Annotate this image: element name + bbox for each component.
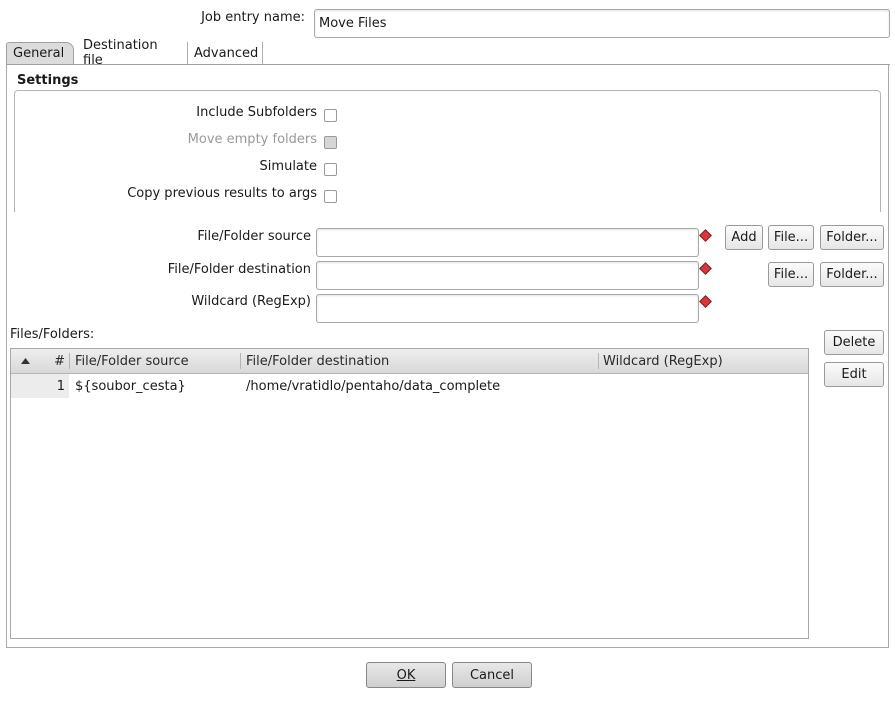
file-folder-source-label: File/Folder source <box>197 229 311 244</box>
copy-previous-results-label: Copy previous results to args <box>127 186 317 201</box>
tab-advanced-label: Advanced <box>194 45 259 61</box>
delete-button[interactable]: Delete <box>824 330 884 355</box>
file-folder-destination-input[interactable] <box>316 261 699 290</box>
edit-button[interactable]: Edit <box>824 362 884 387</box>
column-header-source[interactable]: File/Folder source <box>75 349 189 373</box>
tab-general-label: General <box>13 46 65 61</box>
edit-button-label: Edit <box>841 367 867 382</box>
source-folder-button-label: Folder... <box>826 230 878 245</box>
column-header-number[interactable]: # <box>45 349 65 373</box>
add-button-label: Add <box>731 230 757 245</box>
tab-general[interactable]: General <box>6 42 74 64</box>
move-empty-folders-label: Move empty folders <box>187 132 317 147</box>
row-number: 1 <box>56 378 65 394</box>
tab-destination-file[interactable]: Destination file <box>77 38 188 68</box>
cancel-button[interactable]: Cancel <box>452 662 532 688</box>
cancel-button-label: Cancel <box>469 667 515 683</box>
column-separator <box>69 353 70 369</box>
column-separator <box>240 353 241 369</box>
file-folder-source-input[interactable] <box>316 228 699 257</box>
copy-previous-results-checkbox[interactable] <box>324 190 337 203</box>
destination-file-button-label: File... <box>773 267 809 282</box>
destination-folder-button[interactable]: Folder... <box>820 262 884 287</box>
column-header-destination[interactable]: File/Folder destination <box>246 349 389 373</box>
file-folder-destination-label: File/Folder destination <box>167 262 311 277</box>
row-source[interactable]: ${soubor_cesta} <box>75 374 186 398</box>
source-file-button[interactable]: File... <box>768 225 814 250</box>
simulate-label: Simulate <box>259 159 317 174</box>
wildcard-label: Wildcard (RegExp) <box>191 294 311 309</box>
include-subfolders-checkbox[interactable] <box>324 109 337 122</box>
add-button[interactable]: Add <box>725 225 763 250</box>
table-row[interactable]: 1 ${soubor_cesta} /home/vratidlo/pentaho… <box>11 374 808 398</box>
job-entry-name-label: Job entry name: <box>201 10 305 25</box>
table-header: # File/Folder source File/Folder destina… <box>11 349 808 374</box>
row-destination[interactable]: /home/vratidlo/pentaho/data_complete <box>246 374 500 398</box>
tab-destination-file-label: Destination file <box>83 38 158 68</box>
ok-button[interactable]: OK <box>366 662 446 688</box>
settings-group-title: Settings <box>17 73 79 88</box>
files-folders-table[interactable]: # File/Folder source File/Folder destina… <box>10 348 809 639</box>
delete-button-label: Delete <box>832 335 876 350</box>
destination-file-button[interactable]: File... <box>768 262 814 287</box>
move-empty-folders-checkbox[interactable] <box>324 136 337 149</box>
tab-advanced[interactable]: Advanced <box>188 42 263 64</box>
sort-up-icon[interactable] <box>19 349 31 373</box>
column-separator <box>598 353 599 369</box>
source-file-button-label: File... <box>773 230 809 245</box>
simulate-checkbox[interactable] <box>324 163 337 176</box>
destination-folder-button-label: Folder... <box>826 267 878 282</box>
column-header-wildcard[interactable]: Wildcard (RegExp) <box>603 349 723 373</box>
files-folders-label: Files/Folders: <box>10 327 95 342</box>
ok-button-label: OK <box>396 667 416 683</box>
source-folder-button[interactable]: Folder... <box>820 225 884 250</box>
wildcard-input[interactable] <box>316 294 699 323</box>
job-entry-name-input[interactable]: Move Files <box>314 9 890 38</box>
include-subfolders-label: Include Subfolders <box>196 105 317 120</box>
